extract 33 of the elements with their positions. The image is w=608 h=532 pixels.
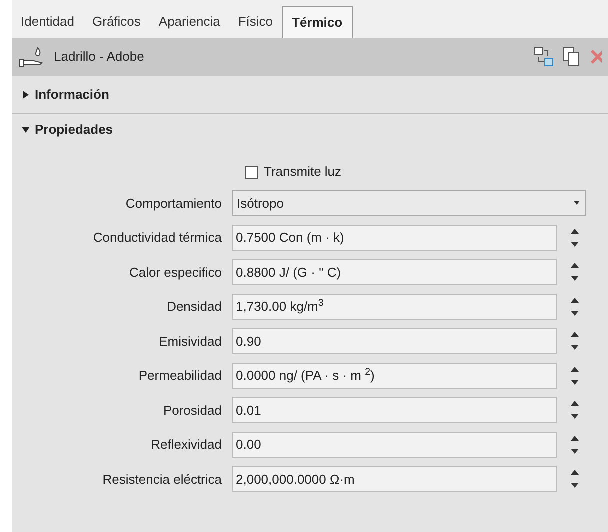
swap-icon[interactable] — [534, 47, 554, 67]
checkbox[interactable] — [245, 166, 258, 178]
tab[interactable]: Gráficos — [84, 6, 150, 38]
property-label: Porosidad — [162, 402, 223, 420]
value-field[interactable]: 1,730.00 kg/m$^{3}$ — [232, 294, 557, 320]
property-label: Emisividad — [158, 332, 223, 350]
property-label: Comportamiento — [124, 194, 223, 213]
dropdown[interactable]: Isótropo — [232, 190, 586, 216]
section-header[interactable]: Información — [12, 84, 120, 104]
copy-icon[interactable] — [562, 47, 582, 67]
tab[interactable]: Físico — [229, 6, 282, 38]
caret-down-icon — [573, 200, 581, 206]
property-label: Resistencia eléctrica — [102, 470, 223, 488]
property-label: Conductividad térmica — [92, 229, 223, 247]
section-header[interactable]: Propiedades — [12, 120, 124, 140]
caret-down-icon — [22, 126, 30, 134]
caret-right-icon — [22, 90, 30, 98]
value-field[interactable]: 0.0000 ng/ (PA · s · m $^{2}$) — [232, 362, 557, 389]
value-field[interactable]: 0.8800 J/ (G · " C) — [232, 259, 557, 286]
value-field[interactable]: 0.7500 Con (m · k) — [232, 224, 557, 251]
checkbox-label: Transmite luz — [264, 163, 342, 182]
tab[interactable]: Identidad — [12, 6, 84, 38]
value-field[interactable]: 0.00 — [232, 432, 557, 458]
value-field[interactable]: 0.01 — [232, 397, 557, 424]
property-label: Permeabilidad — [138, 367, 223, 385]
property-label: Reflexividad — [150, 436, 223, 454]
material-name: Ladrillo - Adobe — [54, 48, 144, 66]
tab[interactable]: Térmico — [282, 6, 353, 38]
value-field[interactable]: 2,000,000.0000 Ω·m — [232, 466, 557, 492]
property-label: Densidad — [166, 298, 223, 316]
tab[interactable]: Apariencia — [150, 6, 230, 38]
value-field[interactable]: 0.90 — [232, 328, 557, 354]
property-label: Calor especifico — [128, 264, 223, 282]
